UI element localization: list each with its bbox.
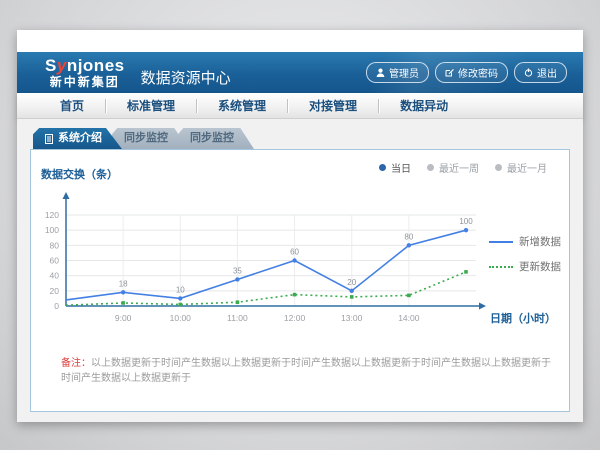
- legend-line-sample: [489, 241, 513, 243]
- data-point: [121, 290, 125, 294]
- change-password-button[interactable]: 修改密码: [435, 62, 508, 83]
- chart-legend: 新增数据 更新数据: [489, 234, 561, 284]
- data-point: [121, 301, 125, 305]
- logout-button[interactable]: 退出: [514, 62, 567, 83]
- x-tick-label: 10:00: [170, 313, 192, 323]
- data-point: [178, 303, 182, 307]
- footnote: 备注：以上数据更新于时间产生数据以上数据更新于时间产生数据以上数据更新于时间产生…: [61, 356, 551, 386]
- chart-x-axis-label: 日期（小时）: [490, 311, 556, 325]
- app-header: Synjones 新中新集团 数据资源中心 管理员 修改密码 退出: [17, 52, 583, 93]
- data-point: [350, 289, 354, 293]
- current-user-label: 管理员: [389, 65, 419, 80]
- tab-strip: 系统介绍 同步监控 同步监控: [33, 128, 254, 149]
- radio-label: 最近一月: [507, 160, 547, 175]
- content-area: 系统介绍 同步监控 同步监控 数据交换（条） 当日 最近一周: [17, 119, 583, 422]
- tab-label: 同步监控: [124, 132, 168, 144]
- logo-accent: y: [57, 56, 67, 75]
- nav-item-system-mgmt[interactable]: 系统管理: [197, 97, 287, 114]
- change-password-label: 修改密码: [458, 65, 498, 80]
- tab-sync-monitor-1[interactable]: 同步监控: [112, 128, 188, 149]
- radio-label: 当日: [391, 160, 411, 175]
- tab-label: 同步监控: [190, 132, 234, 144]
- time-range-filter: 当日 最近一周 最近一月: [379, 160, 547, 175]
- logo-wordmark: Synjones: [45, 57, 125, 74]
- data-point: [407, 243, 411, 247]
- y-tick-label: 40: [50, 271, 60, 281]
- data-point-label: 18: [119, 279, 128, 288]
- x-tick-label: 14:00: [398, 313, 420, 323]
- legend-label: 更新数据: [519, 259, 561, 274]
- data-point: [407, 294, 411, 298]
- data-point: [235, 277, 239, 281]
- nav-item-home[interactable]: 首页: [39, 97, 105, 114]
- data-point-label: 80: [404, 232, 413, 241]
- logout-label: 退出: [537, 65, 557, 80]
- x-tick-label: 9:00: [115, 313, 132, 323]
- radio-label: 最近一周: [439, 160, 479, 175]
- radio-last-week[interactable]: 最近一周: [427, 160, 479, 175]
- y-tick-label: 60: [50, 256, 60, 266]
- y-tick-label: 120: [45, 210, 59, 220]
- nav-item-interface-mgmt[interactable]: 对接管理: [288, 97, 378, 114]
- company-logo: Synjones 新中新集团: [45, 57, 125, 88]
- radio-today[interactable]: 当日: [379, 160, 411, 175]
- y-tick-label: 0: [54, 301, 59, 311]
- current-user-button[interactable]: 管理员: [366, 62, 429, 83]
- tab-system-intro[interactable]: 系统介绍: [33, 128, 122, 149]
- chart-panel: 数据交换（条） 当日 最近一周 最近一月 0204060801: [30, 149, 570, 412]
- x-tick-label: 13:00: [341, 313, 363, 323]
- legend-line-sample: [489, 266, 513, 268]
- data-point-label: 60: [290, 248, 299, 257]
- data-point: [293, 293, 297, 297]
- footnote-prefix: 备注：: [61, 358, 91, 369]
- y-tick-label: 80: [50, 240, 60, 250]
- edit-icon: [445, 68, 454, 77]
- data-point-label: 35: [233, 266, 242, 275]
- logo-text: njones: [67, 56, 125, 75]
- footnote-text: 以上数据更新于时间产生数据以上数据更新于时间产生数据以上数据更新于时间产生数据以…: [61, 358, 551, 384]
- page-title: 数据资源中心: [141, 67, 231, 88]
- header-actions: 管理员 修改密码 退出: [366, 62, 567, 83]
- data-point-label: 20: [347, 278, 356, 287]
- y-tick-label: 100: [45, 225, 59, 235]
- data-point: [464, 228, 468, 232]
- browser-page: Synjones 新中新集团 数据资源中心 管理员 修改密码 退出: [17, 30, 583, 422]
- logo-text: S: [45, 56, 57, 75]
- radio-dot: [379, 164, 386, 171]
- radio-last-month[interactable]: 最近一月: [495, 160, 547, 175]
- power-icon: [524, 68, 533, 77]
- radio-dot: [495, 164, 502, 171]
- series-line: [66, 272, 466, 305]
- nav-item-data-change[interactable]: 数据异动: [379, 97, 469, 114]
- nav-item-standard-mgmt[interactable]: 标准管理: [106, 97, 196, 114]
- x-tick-label: 12:00: [284, 313, 306, 323]
- desktop-background: Synjones 新中新集团 数据资源中心 管理员 修改密码 退出: [0, 0, 600, 450]
- data-point: [350, 295, 354, 299]
- document-icon: [45, 134, 53, 144]
- user-icon: [376, 68, 385, 77]
- data-point: [464, 270, 468, 274]
- data-point-label: 100: [459, 217, 473, 226]
- radio-dot: [427, 164, 434, 171]
- legend-item-updated-data: 更新数据: [489, 259, 561, 274]
- data-point: [292, 258, 296, 262]
- data-point: [236, 300, 240, 304]
- y-axis-arrow: [63, 192, 70, 199]
- x-axis-arrow: [479, 303, 486, 310]
- logo-subtitle: 新中新集团: [45, 76, 125, 88]
- data-point-label: 10: [176, 285, 185, 294]
- tab-sync-monitor-2[interactable]: 同步监控: [178, 128, 254, 149]
- y-tick-label: 20: [50, 286, 60, 296]
- main-nav: 首页 标准管理 系统管理 对接管理 数据异动: [17, 93, 583, 119]
- legend-item-new-data: 新增数据: [489, 234, 561, 249]
- tab-label: 系统介绍: [58, 128, 102, 149]
- legend-label: 新增数据: [519, 234, 561, 249]
- x-tick-label: 11:00: [227, 313, 248, 323]
- data-point: [178, 296, 182, 300]
